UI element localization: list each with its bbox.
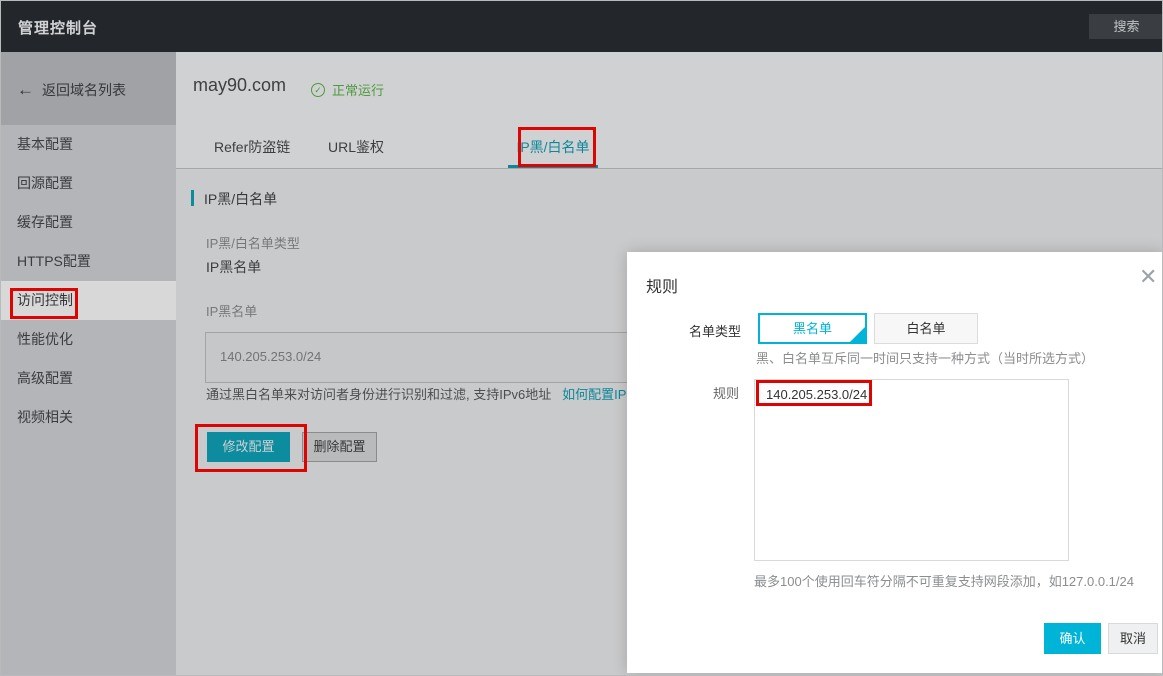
list-type-helper: 黑、白名单互斥同一时间只支持一种方式（当时所选方式） xyxy=(756,348,1094,367)
annotation-box-modify-button xyxy=(195,424,307,472)
whitelist-toggle-button[interactable]: 白名单 xyxy=(874,313,978,344)
selected-check-icon: ✓ xyxy=(856,318,864,345)
annotation-box-rules-value xyxy=(756,380,872,406)
back-link-label: 返回域名列表 xyxy=(42,80,126,100)
blacklist-value-text: 140.205.253.0/24 xyxy=(220,349,321,364)
sidebar-item-https-config[interactable]: HTTPS配置 xyxy=(1,242,176,281)
section-accent-bar xyxy=(191,190,194,206)
close-icon[interactable]: ✕ xyxy=(1139,264,1157,290)
sidebar-item-basic-config[interactable]: 基本配置 xyxy=(1,125,176,164)
section-title: IP黑/白名单 xyxy=(204,189,277,209)
helper-text: 通过黑白名单来对访问者身份进行识别和过滤, 支持IPv6地址 xyxy=(206,387,551,402)
rules-helper-text: 最多100个使用回车符分隔不可重复支持网段添加，如127.0.0.1/24 xyxy=(754,571,1134,590)
console-title: 管理控制台 xyxy=(18,17,98,38)
status-check-icon: ✓ xyxy=(311,83,325,97)
blacklist-field-label: IP黑名单 xyxy=(206,301,257,320)
page-header: may90.com ✓ 正常运行 Refer防盗链 URL鉴权 IP黑/白名单 xyxy=(176,52,1163,169)
sidebar-item-cache-config[interactable]: 缓存配置 xyxy=(1,203,176,242)
sidebar-item-video-related[interactable]: 视频相关 xyxy=(1,398,176,437)
blacklist-toggle-button[interactable]: 黑名单 ✓ xyxy=(758,313,867,344)
annotation-box-access-control xyxy=(10,288,78,319)
status-label: 正常运行 xyxy=(332,80,384,99)
delete-config-button[interactable]: 删除配置 xyxy=(302,432,377,462)
sidebar-header: ← 返回域名列表 xyxy=(1,52,176,125)
annotation-box-ip-tab xyxy=(518,127,596,167)
list-type-modal-label: 名单类型 xyxy=(689,321,741,340)
back-arrow-icon: ← xyxy=(17,83,34,97)
list-type-label: IP黑/白名单类型 xyxy=(206,233,300,252)
back-to-domain-list-link[interactable]: ← 返回域名列表 xyxy=(17,80,126,100)
sidebar-menu: 基本配置 回源配置 缓存配置 HTTPS配置 访问控制 性能优化 高级配置 视频… xyxy=(1,125,176,676)
domain-title: may90.com xyxy=(193,75,286,96)
search-button[interactable]: 搜索 xyxy=(1089,14,1163,39)
status-badge: ✓ 正常运行 xyxy=(311,80,384,99)
rules-field-label: 规则 xyxy=(713,383,739,402)
cancel-button[interactable]: 取消 xyxy=(1108,623,1158,654)
blacklist-toggle-label: 黑名单 xyxy=(793,321,832,336)
blacklist-helper: 通过黑白名单来对访问者身份进行识别和过滤, 支持IPv6地址 如何配置IP黑/白… xyxy=(206,384,682,403)
list-type-value: IP黑名单 xyxy=(206,257,261,277)
rules-modal: 规则 ✕ 名单类型 黑名单 ✓ 白名单 黑、白名单互斥同一时间只支持一种方式（当… xyxy=(627,252,1163,673)
rules-textarea[interactable]: 140.205.253.0/24 xyxy=(754,379,1069,561)
tab-refer-hotlink[interactable]: Refer防盗链 xyxy=(214,137,290,168)
modal-title: 规则 xyxy=(646,273,678,297)
confirm-button[interactable]: 确认 xyxy=(1044,623,1101,654)
sidebar-item-performance[interactable]: 性能优化 xyxy=(1,320,176,359)
sidebar-item-origin-config[interactable]: 回源配置 xyxy=(1,164,176,203)
tab-url-auth[interactable]: URL鉴权 xyxy=(328,137,384,168)
top-bar: 管理控制台 搜索 xyxy=(1,1,1163,52)
sidebar-item-advanced-config[interactable]: 高级配置 xyxy=(1,359,176,398)
console-screen: 管理控制台 搜索 ← 返回域名列表 基本配置 回源配置 缓存配置 HTTPS配置… xyxy=(0,0,1163,676)
